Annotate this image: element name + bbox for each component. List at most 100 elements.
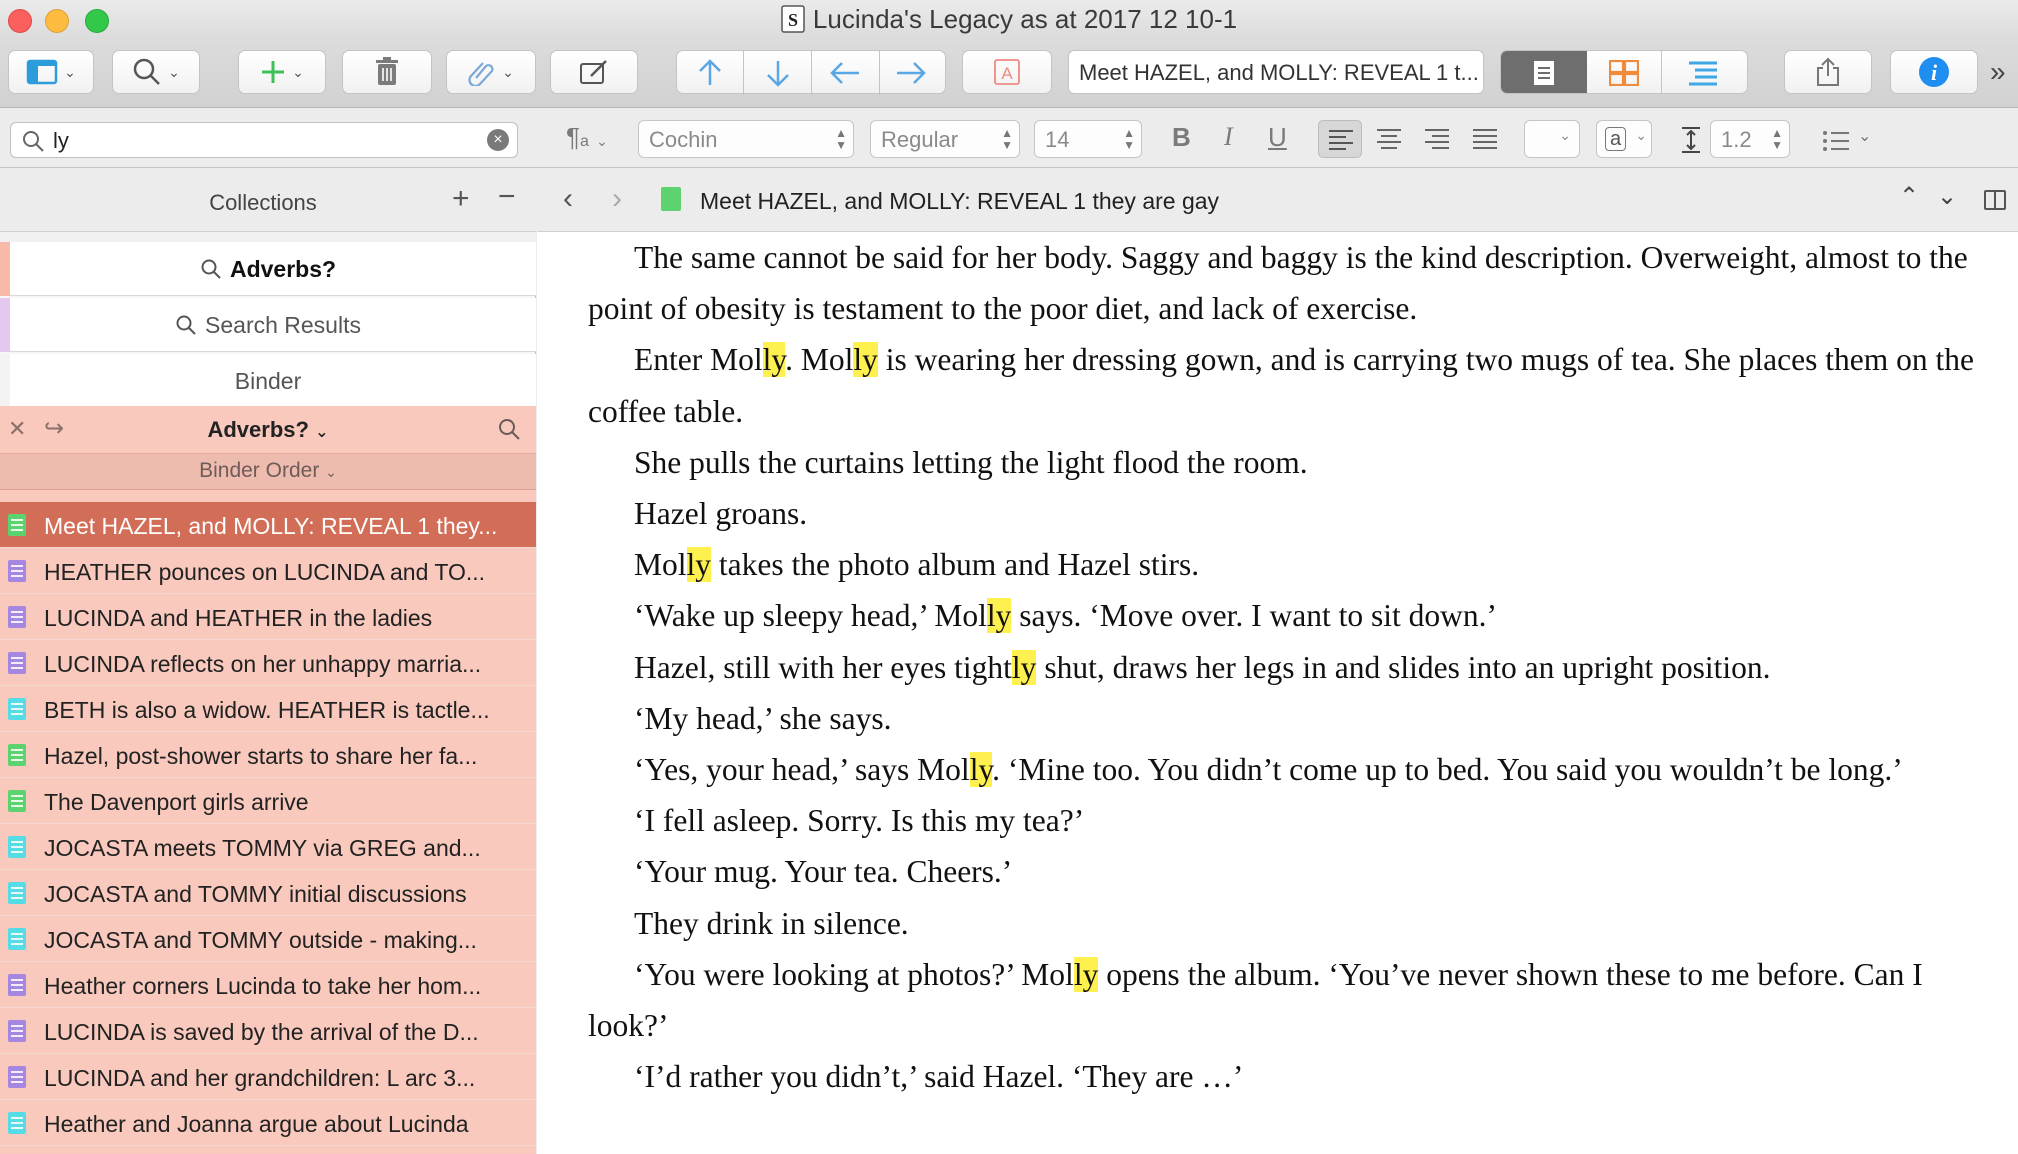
search-icon[interactable] — [497, 417, 521, 441]
editor-paragraph: ‘You were looking at photos?’ Molly open… — [537, 949, 2018, 1051]
collection-title-menu[interactable]: Adverbs? ⌄ — [0, 417, 536, 443]
document-icon — [8, 790, 26, 812]
editor-text-run: ‘You were looking at photos?’ Mol — [634, 956, 1074, 992]
trash-button[interactable] — [342, 50, 432, 94]
search-icon — [133, 58, 161, 85]
add-document-button[interactable]: ⌄ — [238, 50, 326, 94]
toolbar-overflow-button[interactable]: » — [1990, 56, 2006, 88]
move-left-icon[interactable] — [829, 59, 861, 87]
binder-order-menu[interactable]: Binder Order ⌄ — [0, 454, 536, 490]
search-match-highlight: ly — [762, 342, 786, 378]
editor-text-run: ‘Your mug. Your tea. Cheers.’ — [634, 854, 1013, 890]
search-menu-button[interactable]: ⌄ — [112, 50, 200, 94]
window-title: Lucinda's Legacy as at 2017 12 10-1 — [812, 4, 1238, 34]
remove-collection-button[interactable]: − — [498, 180, 516, 214]
collection-tab[interactable]: Search Results — [0, 298, 536, 352]
svg-text:A: A — [1001, 64, 1013, 83]
toolbar-divider — [1661, 51, 1662, 93]
align-center-icon[interactable] — [1376, 128, 1402, 150]
document-icon — [661, 187, 681, 211]
document-row[interactable]: The Davenport girls arrive — [0, 778, 536, 824]
document-row-label: LUCINDA and her grandchildren: L arc 3..… — [44, 1065, 476, 1091]
compose-button[interactable] — [550, 50, 638, 94]
editor-paragraph: Molly takes the photo album and Hazel st… — [537, 539, 2018, 590]
document-row[interactable]: Meet HAZEL, and MOLLY: REVEAL 1 they... — [0, 502, 536, 548]
editor-paragraph: ‘Yes, your head,’ says Molly. ‘Mine too.… — [537, 744, 2018, 795]
document-row[interactable]: LUCINDA is saved by the arrival of the D… — [0, 1008, 536, 1054]
highlight-color-select[interactable]: ⌄ — [1524, 120, 1580, 158]
search-value: ly — [53, 128, 69, 153]
paragraph-style-icon[interactable]: ¶a ⌄ — [566, 122, 608, 153]
list-bullets-icon[interactable] — [1822, 130, 1850, 152]
font-size-select[interactable]: 14 ▲ ▼ — [1034, 120, 1142, 158]
editor-paragraph: ‘I’d rather you didn’t,’ said Hazel. ‘Th… — [537, 1051, 2018, 1102]
stepper-icon: ▲ ▼ — [1771, 126, 1783, 152]
add-collection-button[interactable]: + — [452, 182, 470, 216]
document-row-label: Hazel, post-shower starts to share her f… — [44, 743, 478, 769]
split-editor-icon[interactable] — [1984, 190, 2006, 210]
inspector-button[interactable]: i — [1890, 50, 1978, 94]
attachment-icon — [468, 62, 494, 86]
info-icon: i — [1919, 57, 1949, 87]
editor-text-run: Mol — [634, 547, 687, 583]
move-down-icon[interactable] — [763, 59, 793, 87]
back-arrow-icon[interactable]: ‹ — [563, 182, 573, 216]
attachment-button[interactable]: ⌄ — [446, 50, 536, 94]
search-match-highlight: ly — [1011, 649, 1037, 685]
font-style-value: Regular — [881, 127, 959, 152]
document-row[interactable]: Heather and Joanna argue about Lucinda — [0, 1100, 536, 1146]
collection-tab[interactable]: Binder — [0, 354, 536, 408]
collection-tab[interactable]: Adverbs? — [0, 242, 536, 296]
search-input[interactable]: ly × — [10, 122, 518, 158]
text-color-select[interactable]: a ⌄ — [1596, 120, 1652, 158]
document-row[interactable]: JOCASTA and TOMMY outside - making... — [0, 916, 536, 962]
editor-text-run: ‘I fell asleep. Sorry. Is this my tea?’ — [634, 803, 1085, 839]
line-spacing-select[interactable]: 1.2 ▲ ▼ — [1710, 120, 1790, 158]
text-editor[interactable]: The same cannot be said for her body. Sa… — [537, 232, 2018, 1154]
chevron-down-icon[interactable]: ⌄ — [1858, 126, 1871, 146]
collection-tab-label: Binder — [234, 368, 302, 394]
move-right-icon[interactable] — [895, 59, 927, 87]
document-row-label: Heather and Joanna argue about Lucinda — [44, 1111, 469, 1137]
document-row[interactable]: LUCINDA and HEATHER in the ladies — [0, 594, 536, 640]
underline-button[interactable]: U — [1268, 122, 1287, 153]
document-row[interactable]: LUCINDA reflects on her unhappy marria..… — [0, 640, 536, 686]
document-row[interactable]: JOCASTA and TOMMY initial discussions — [0, 870, 536, 916]
italic-button[interactable]: I — [1224, 122, 1233, 152]
document-row-label: LUCINDA and HEATHER in the ladies — [44, 605, 433, 631]
clear-search-icon[interactable]: × — [487, 129, 509, 151]
add-icon — [262, 61, 285, 83]
align-left-icon — [1329, 130, 1353, 150]
align-left-button[interactable] — [1318, 120, 1362, 158]
font-family-select[interactable]: Cochin ▲ ▼ — [638, 120, 854, 158]
document-title-field[interactable]: Meet HAZEL, and MOLLY: REVEAL 1 t... — [1068, 50, 1484, 94]
document-icon — [8, 560, 26, 582]
collection-title: Adverbs? — [207, 417, 309, 442]
chevron-down-icon: ⌄ — [168, 63, 180, 80]
document-row[interactable]: HEATHER pounces on LUCINDA and TO... — [0, 548, 536, 594]
corkboard-mode-icon[interactable] — [1609, 60, 1639, 86]
document-row[interactable]: BETH is also a widow. HEATHER is tactle.… — [0, 686, 536, 732]
outline-mode-icon[interactable] — [1687, 60, 1719, 86]
document-row[interactable]: LUCINDA and her grandchildren: L arc 3..… — [0, 1054, 536, 1100]
binder-view-button[interactable]: ⌄ — [8, 50, 94, 94]
document-mode-button[interactable] — [1501, 51, 1587, 93]
document-row[interactable]: JOCASTA meets TOMMY via GREG and... — [0, 824, 536, 870]
format-button[interactable]: A — [962, 50, 1052, 94]
next-doc-icon[interactable]: ⌄ — [1937, 182, 1957, 211]
forward-arrow-icon[interactable]: › — [612, 182, 622, 216]
document-row[interactable]: Heather corners Lucinda to take her hom.… — [0, 962, 536, 1008]
collection-tab-label: Adverbs? — [229, 256, 337, 282]
previous-doc-icon[interactable]: ⌃ — [1899, 182, 1919, 211]
align-right-icon[interactable] — [1424, 128, 1450, 150]
document-icon — [8, 514, 26, 536]
document-row[interactable]: Hazel, post-shower starts to share her f… — [0, 732, 536, 778]
font-style-select[interactable]: Regular ▲ ▼ — [870, 120, 1020, 158]
collections-header: Collections + − — [0, 168, 536, 232]
window-title-wrap: S Lucinda's Legacy as at 2017 12 10-1 — [0, 4, 2018, 35]
share-button[interactable] — [1784, 50, 1872, 94]
editor-text-run: . Mol — [785, 342, 854, 378]
move-up-icon[interactable] — [695, 59, 725, 87]
align-justify-icon[interactable] — [1472, 128, 1498, 150]
bold-button[interactable]: B — [1172, 122, 1191, 153]
